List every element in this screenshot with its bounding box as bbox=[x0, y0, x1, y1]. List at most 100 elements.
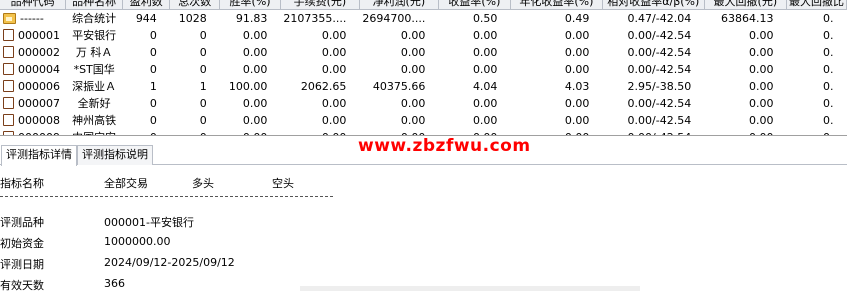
cell-annual-return: 0.00 bbox=[564, 63, 590, 76]
cell-max-drawdown: 0.00 bbox=[748, 29, 774, 42]
header-symbol-name[interactable]: 品种名称 bbox=[65, 0, 124, 10]
tab-indicator-detail[interactable]: 评测指标详情 bbox=[1, 145, 77, 166]
cell-relative-return: 0.00/-42.54 bbox=[627, 97, 692, 110]
cell-max-drawdown-ratio: 0. bbox=[823, 114, 834, 127]
cell-fee: 0.00 bbox=[321, 29, 347, 42]
symbol-code-text: ------ bbox=[20, 12, 44, 25]
cell-return: 0.00 bbox=[472, 114, 498, 127]
results-grid: 品种代码 品种名称 盈利数 总次数 胜率(%) 手续费(元) 净利润(元) 收益率(%) 年化收… bbox=[0, 0, 847, 136]
cell-max-drawdown: 0.00 bbox=[748, 63, 774, 76]
column-header-all-trades: 全部交易 bbox=[104, 177, 148, 190]
header-symbol-code[interactable]: 品种代码 bbox=[0, 0, 67, 10]
cell-total-count: 0 bbox=[199, 29, 207, 42]
header-max-drawdown[interactable]: 最大回撤(元) bbox=[704, 0, 787, 10]
cell-max-drawdown: 63864.13 bbox=[720, 12, 774, 25]
cell-symbol-code: 000001 bbox=[0, 27, 66, 44]
cell-max-drawdown-ratio: 0. bbox=[823, 97, 834, 110]
header-fee[interactable]: 手续费(元) bbox=[280, 0, 360, 10]
cell-symbol-code: 000007 bbox=[0, 95, 66, 112]
table-row[interactable]: ------ 综合统计 944 1028 91.83 2107355.... 2694700… bbox=[0, 10, 847, 28]
cell-net-profit: 2694700.... bbox=[362, 12, 426, 25]
cell-win-rate: 0.00 bbox=[220, 129, 281, 135]
cell-win-rate: 0.00 bbox=[242, 114, 268, 127]
document-icon bbox=[3, 80, 14, 92]
cell-fee: 0.00 bbox=[321, 63, 347, 76]
cell-win-count: 0 bbox=[149, 29, 157, 42]
symbol-code-text: 000008 bbox=[18, 114, 60, 127]
cell-win-rate: 0.00 bbox=[242, 97, 268, 110]
table-row[interactable]: 000002 万 科Ａ 0 0 0.00 0.00 0.00 0.00 0.00 0.00/-42… bbox=[0, 44, 847, 61]
cell-fee: 0.00 bbox=[280, 129, 359, 135]
cell-max-drawdown: 0.00 bbox=[748, 97, 774, 110]
symbol-code-text: 000009 bbox=[18, 131, 60, 135]
cell-total-count: 0 bbox=[199, 97, 207, 110]
cell-win-count: 0 bbox=[149, 97, 157, 110]
cell-fee: 0.00 bbox=[321, 97, 347, 110]
document-icon bbox=[3, 29, 14, 41]
table-row[interactable]: 000001 平安银行 0 0 0.00 0.00 0.00 0.00 0.00 0.00/-42… bbox=[0, 27, 847, 44]
table-row[interactable]: 000004 *ST国华 0 0 0.00 0.00 0.00 0.00 0.00 0.00/-4… bbox=[0, 61, 847, 78]
header-total-count[interactable]: 总次数 bbox=[169, 0, 221, 10]
cell-win-count: 1 bbox=[149, 80, 157, 93]
folder-icon bbox=[3, 13, 16, 24]
cell-annual-return: 0.00 bbox=[510, 129, 602, 135]
header-win-count[interactable]: 盈利数 bbox=[122, 0, 171, 10]
cell-annual-return: 0.49 bbox=[564, 12, 590, 25]
cell-relative-return: 0.00/-42.54 bbox=[627, 46, 692, 59]
table-header-row: 品种代码 品种名称 盈利数 总次数 胜率(%) 手续费(元) 净利润(元) 收益率(%) 年化收… bbox=[0, 0, 847, 10]
header-return[interactable]: 收益率(%) bbox=[438, 0, 511, 10]
cell-net-profit: 0.00 bbox=[400, 29, 426, 42]
cell-win-count: 944 bbox=[135, 12, 157, 25]
cell-max-drawdown-ratio: 0. bbox=[823, 29, 834, 42]
value-initial-capital: 1000000.00 bbox=[104, 235, 171, 248]
cell-total-count: 1 bbox=[199, 80, 207, 93]
table-row[interactable]: 000008 神州高铁 0 0 0.00 0.00 0.00 0.00 0.00 0.00/-42… bbox=[0, 112, 847, 129]
cell-return: 0.00 bbox=[472, 46, 498, 59]
cell-max-drawdown: 0.00 bbox=[748, 46, 774, 59]
cell-fee: 0.00 bbox=[321, 114, 347, 127]
label-initial-capital: 初始资金 bbox=[0, 237, 44, 250]
label-valid-days: 有效天数 bbox=[0, 279, 44, 291]
cell-symbol-code: 000009 bbox=[0, 129, 66, 135]
cell-symbol-code: 000006 bbox=[0, 78, 66, 95]
label-test-period: 评测日期 bbox=[0, 258, 44, 271]
cell-win-rate: 0.00 bbox=[242, 63, 268, 76]
cell-annual-return: 4.03 bbox=[564, 80, 590, 93]
cell-total-count: 0 bbox=[170, 129, 220, 135]
cell-total-count: 0 bbox=[199, 114, 207, 127]
cell-relative-return: 0.00/-42.54 bbox=[602, 129, 704, 135]
header-net-profit[interactable]: 净利润(元) bbox=[359, 0, 439, 10]
cell-return: 0.00 bbox=[472, 97, 498, 110]
cell-total-count: 1028 bbox=[178, 12, 207, 25]
symbol-code-text: 000004 bbox=[18, 63, 60, 76]
cell-symbol-code: 000008 bbox=[0, 112, 66, 129]
symbol-code-text: 000006 bbox=[18, 80, 60, 93]
header-relative-return[interactable]: 相对收益率α/β(%) bbox=[602, 0, 705, 10]
cell-net-profit: 0.00 bbox=[400, 63, 426, 76]
table-row[interactable]: 000009中国宝安000.000.000.000.000.000.00/-42… bbox=[0, 129, 847, 135]
tab-indicator-explain[interactable]: 评测指标说明 bbox=[77, 145, 153, 165]
header-max-drawdown-ratio[interactable]: 最大回撤比 bbox=[786, 0, 847, 10]
cell-relative-return: 0.47/-42.04 bbox=[627, 12, 692, 25]
watermark-text: www.zbzfwu.com bbox=[358, 136, 531, 156]
cell-relative-return: 2.95/-38.50 bbox=[627, 80, 692, 93]
cell-return: 4.04 bbox=[472, 80, 498, 93]
cell-return: 0.00 bbox=[438, 129, 510, 135]
cell-annual-return: 0.00 bbox=[564, 29, 590, 42]
table-row[interactable]: 000006 深振业Ａ 1 1 100.00 2062.65 40375.66 4.04 4.0… bbox=[0, 78, 847, 95]
cell-win-count: 0 bbox=[149, 46, 157, 59]
table-row[interactable]: 000007 全新好 0 0 0.00 0.00 0.00 0.00 0.00 0.00/-42.… bbox=[0, 95, 847, 112]
header-annual-return[interactable]: 年化收益率(%) bbox=[510, 0, 603, 10]
cell-net-profit: 0.00 bbox=[400, 97, 426, 110]
cell-win-rate: 0.00 bbox=[242, 29, 268, 42]
cell-win-rate: 100.00 bbox=[228, 80, 268, 93]
header-win-rate[interactable]: 胜率(%) bbox=[219, 0, 281, 10]
cell-symbol-name: 中国宝安 bbox=[66, 129, 123, 135]
symbol-code-text: 000007 bbox=[18, 97, 60, 110]
cell-fee: 2107355.... bbox=[283, 12, 347, 25]
indicator-detail-panel: 指标名称 全部交易 多头 空头 评测品种 000001-平安银行 初始资金 10… bbox=[0, 166, 847, 291]
column-header-indicator-name: 指标名称 bbox=[0, 177, 44, 190]
value-valid-days: 366 bbox=[104, 277, 125, 290]
cell-relative-return: 0.00/-42.54 bbox=[627, 63, 692, 76]
cell-total-count: 0 bbox=[199, 46, 207, 59]
